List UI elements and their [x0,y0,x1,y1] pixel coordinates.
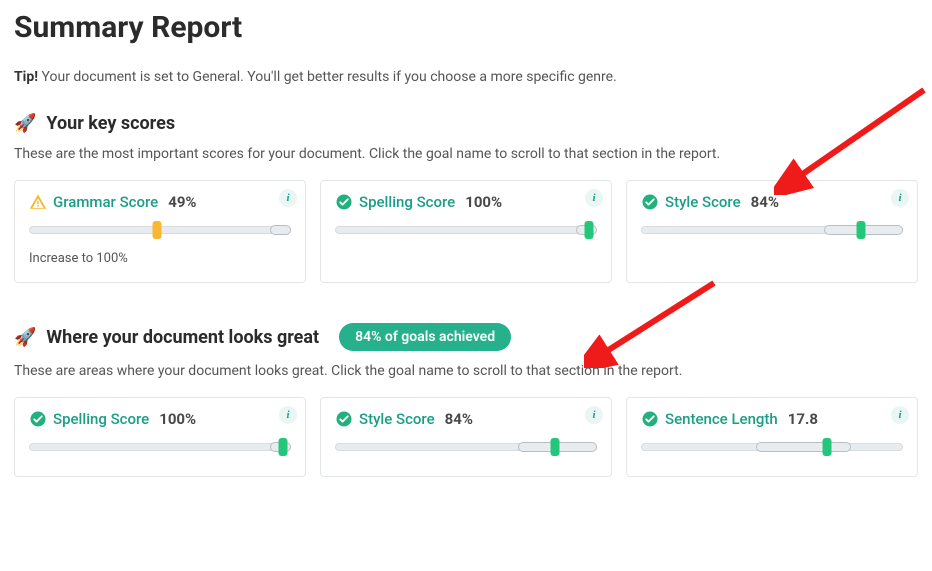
score-value: 84% [445,410,473,428]
score-card-spelling: i Spelling Score 100% [14,397,306,477]
great-row: i Spelling Score 100% i Style Score 84% [14,397,918,477]
annotation-arrow-icon [584,278,724,368]
key-scores-heading-text: Your key scores [46,113,175,134]
score-card-sentence-length: i Sentence Length 17.8 [626,397,918,477]
tip-line: Tip! Your document is set to General. Yo… [14,69,918,85]
warning-icon [29,193,47,211]
score-value: 100% [465,193,502,211]
great-subtext: These are areas where your document look… [14,363,918,379]
info-icon[interactable]: i [279,189,297,207]
check-icon [641,410,659,428]
tip-text: Your document is set to General. You'll … [42,69,617,85]
rocket-icon: 🚀 [14,113,36,134]
score-note: Increase to 100% [29,251,291,266]
key-scores-heading: 🚀 Your key scores [14,113,918,134]
score-value: 84% [751,193,779,211]
score-link-grammar[interactable]: Grammar Score [53,193,158,211]
score-card-grammar: i Grammar Score 49% Increase to 100% [14,180,306,283]
score-slider[interactable] [641,440,903,454]
score-value: 17.8 [788,410,818,428]
check-icon [335,410,353,428]
check-icon [29,410,47,428]
score-slider[interactable] [29,440,291,454]
annotation-arrow-icon [774,85,932,195]
rocket-icon: 🚀 [14,327,36,348]
score-slider[interactable] [29,223,291,237]
score-link-style[interactable]: Style Score [359,410,435,428]
score-link-sentence-length[interactable]: Sentence Length [665,410,778,428]
score-card-style: i Style Score 84% [320,397,612,477]
great-heading: 🚀 Where your document looks great 84% of… [14,323,918,351]
key-scores-subtext: These are the most important scores for … [14,146,918,162]
score-value: 49% [168,193,196,211]
score-link-style[interactable]: Style Score [665,193,741,211]
info-icon[interactable]: i [891,406,909,424]
score-value: 100% [159,410,196,428]
score-card-spelling: i Spelling Score 100% [320,180,612,283]
info-icon[interactable]: i [585,189,603,207]
score-slider[interactable] [335,440,597,454]
great-heading-text: Where your document looks great [46,327,319,348]
score-link-spelling[interactable]: Spelling Score [359,193,455,211]
score-slider[interactable] [335,223,597,237]
goals-achieved-badge: 84% of goals achieved [339,323,511,351]
check-icon [335,193,353,211]
key-scores-row: i Grammar Score 49% Increase to 100% i S… [14,180,918,283]
tip-label: Tip! [14,69,38,85]
check-icon [641,193,659,211]
score-card-style: i Style Score 84% [626,180,918,283]
info-icon[interactable]: i [279,406,297,424]
page-title: Summary Report [14,10,918,45]
score-slider[interactable] [641,223,903,237]
info-icon[interactable]: i [585,406,603,424]
score-link-spelling[interactable]: Spelling Score [53,410,149,428]
info-icon[interactable]: i [891,189,909,207]
